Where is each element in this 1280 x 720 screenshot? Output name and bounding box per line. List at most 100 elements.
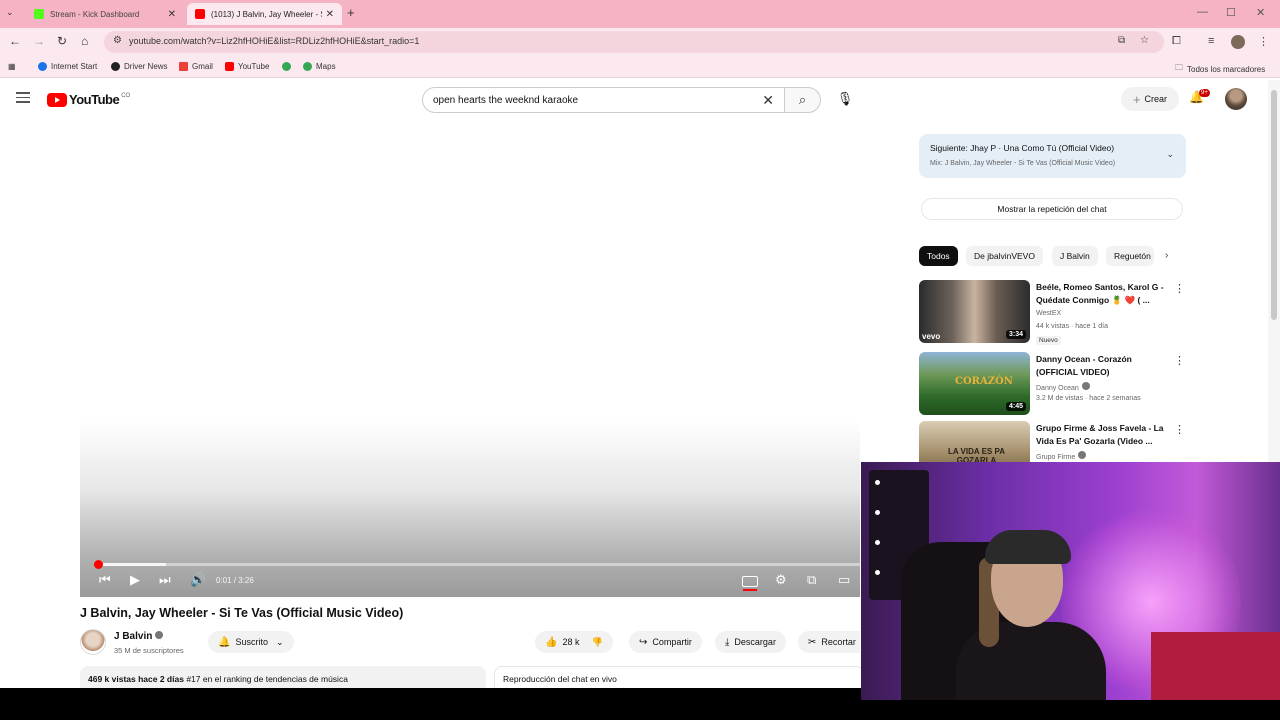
youtube-bookmark-icon bbox=[225, 62, 234, 71]
tab-title: (1013) J Balvin, Jay Wheeler - Si bbox=[211, 9, 322, 19]
logo-country-code: CO bbox=[121, 92, 131, 99]
scissors-icon: ✂ bbox=[808, 636, 817, 648]
minimize-icon[interactable]: — bbox=[1197, 6, 1208, 18]
maximize-icon[interactable]: ☐ bbox=[1226, 6, 1236, 19]
next-icon[interactable]: ⏭ bbox=[159, 572, 171, 588]
tab-close-icon[interactable]: ✕ bbox=[168, 9, 176, 20]
channel-name[interactable]: WestEX bbox=[1036, 310, 1061, 317]
search-input[interactable]: open hearts the weeknd karaoke ✕ bbox=[422, 87, 784, 113]
share-button[interactable]: ↪ Compartir bbox=[629, 631, 702, 653]
chip-all[interactable]: Todos bbox=[919, 246, 958, 266]
verified-icon bbox=[1081, 382, 1090, 390]
show-chat-replay-button[interactable]: Mostrar la repetición del chat bbox=[921, 198, 1183, 220]
address-bar[interactable]: ⚙ youtube.com/watch?v=Liz2hfHOHiE&list=R… bbox=[104, 31, 1164, 53]
red-bedding bbox=[1151, 632, 1280, 700]
install-icon[interactable]: ⧉ bbox=[1118, 35, 1125, 46]
guide-menu-icon[interactable] bbox=[16, 92, 30, 106]
extensions-icon[interactable]: ⧠ bbox=[1172, 35, 1181, 48]
video-title[interactable]: Danny Ocean - Corazón (OFFICIAL VIDEO) bbox=[1036, 353, 1171, 379]
bookmark-youtube[interactable]: YouTube bbox=[225, 62, 269, 71]
chip-jbalvinvevo[interactable]: De jbalvinVEVO bbox=[966, 246, 1043, 266]
dislike-icon[interactable]: 👎 bbox=[591, 637, 602, 648]
page-scrollbar[interactable] bbox=[1268, 80, 1280, 480]
create-button[interactable]: + Crear bbox=[1121, 87, 1179, 111]
media-controls-icon[interactable]: ≡ bbox=[1208, 35, 1214, 47]
bookmarks-bar: ▦ Internet Start Driver News Gmail YouTu… bbox=[0, 56, 1280, 78]
chevron-right-icon[interactable]: › bbox=[1165, 250, 1168, 261]
play-icon[interactable]: ▶ bbox=[130, 572, 140, 588]
bookmark-internet-start[interactable]: Internet Start bbox=[38, 62, 97, 71]
verified-icon bbox=[1078, 451, 1087, 459]
forward-icon[interactable]: → bbox=[33, 34, 45, 48]
video-title[interactable]: Beéle, Romeo Santos, Karol G - Quédate C… bbox=[1036, 281, 1171, 307]
more-options-icon[interactable]: ⋮ bbox=[1174, 282, 1185, 295]
bookmark-label: Driver News bbox=[124, 62, 168, 71]
bookmark-unnamed[interactable] bbox=[282, 62, 295, 71]
bookmark-star-icon[interactable]: ☆ bbox=[1140, 35, 1149, 46]
bookmark-label: Gmail bbox=[192, 62, 213, 71]
trending-rank[interactable]: #17 en el ranking de tendencias de músic… bbox=[186, 674, 348, 684]
subscribed-button[interactable]: 🔔 Suscrito ⌄ bbox=[208, 631, 294, 653]
list-item[interactable]: vevo 3:34 Beéle, Romeo Santos, Karol G -… bbox=[919, 280, 1185, 345]
tab-close-icon[interactable]: ✕ bbox=[326, 9, 334, 20]
theater-mode-icon[interactable]: ▭ bbox=[838, 572, 850, 588]
bookmark-folder-label: Todos los marcadores bbox=[1187, 64, 1266, 74]
download-button[interactable]: ⤓ Descargar bbox=[715, 631, 786, 653]
tab-youtube[interactable]: (1013) J Balvin, Jay Wheeler - Si ✕ bbox=[187, 3, 342, 25]
back-icon[interactable]: ← bbox=[9, 34, 21, 48]
bookmarks-folder[interactable]: 🗀 Todos los marcadores bbox=[1175, 62, 1265, 76]
voice-search-icon[interactable]: 🎙 bbox=[834, 87, 856, 111]
bookmark-driver-news[interactable]: Driver News bbox=[111, 62, 168, 71]
tab-kick-dashboard[interactable]: Stream - Kick Dashboard ✕ bbox=[26, 3, 184, 25]
channel-name[interactable]: Danny Ocean bbox=[1036, 382, 1090, 392]
miniplayer-icon[interactable]: ⧉ bbox=[807, 572, 816, 588]
list-item[interactable]: CORAZÓN 4:45 Danny Ocean - Corazón (OFFI… bbox=[919, 352, 1185, 416]
like-button[interactable]: 👍 28 k 👎 bbox=[535, 631, 613, 653]
scrollbar-thumb[interactable] bbox=[1271, 90, 1277, 320]
channel-name[interactable]: Grupo Firme bbox=[1036, 451, 1087, 461]
window-close-icon[interactable]: ✕ bbox=[1256, 6, 1265, 19]
new-tab-icon[interactable]: + bbox=[347, 5, 355, 20]
video-player[interactable]: ⏮ ▶ ⏭ 🔊 0:01 / 3:26 ⚙ ⧉ ▭ bbox=[80, 130, 860, 597]
settings-gear-icon[interactable]: ⚙ bbox=[775, 572, 787, 588]
duration-badge: 3:34 bbox=[1005, 330, 1026, 339]
subtitles-icon[interactable] bbox=[742, 576, 758, 591]
bookmark-app-icon bbox=[282, 62, 291, 71]
bookmark-gmail[interactable]: Gmail bbox=[179, 62, 213, 71]
like-count: 28 k bbox=[562, 637, 580, 647]
previous-icon[interactable]: ⏮ bbox=[99, 572, 111, 588]
views-and-age: 469 k vistas hace 2 días bbox=[88, 674, 184, 684]
chip-j-balvin[interactable]: J Balvin bbox=[1052, 246, 1098, 266]
more-options-icon[interactable]: ⋮ bbox=[1174, 354, 1185, 367]
youtube-logo[interactable]: YouTube CO bbox=[47, 92, 130, 107]
chip-reggaeton[interactable]: Reguetón bbox=[1106, 246, 1154, 266]
up-next-panel[interactable]: Siguiente: Jhay P · Una Como Tú (Officia… bbox=[919, 134, 1186, 178]
description-meta: 469 k vistas hace 2 días #17 en el ranki… bbox=[88, 674, 348, 684]
list-item[interactable]: LA VIDA ES PA GOZARLA Grupo Firme & Joss… bbox=[919, 421, 1185, 463]
browser-profile-avatar[interactable] bbox=[1231, 35, 1245, 49]
video-thumbnail[interactable]: LA VIDA ES PA GOZARLA bbox=[919, 421, 1030, 463]
browser-menu-icon[interactable]: ⋮ bbox=[1258, 35, 1269, 48]
chevron-down-icon[interactable]: ⌄ bbox=[1166, 149, 1174, 160]
home-icon[interactable]: ⌂ bbox=[81, 34, 88, 48]
reload-icon[interactable]: ↻ bbox=[57, 34, 67, 48]
bookmark-maps[interactable]: Maps bbox=[303, 62, 336, 71]
channel-name-row[interactable]: J Balvin bbox=[114, 631, 164, 642]
tab-search-chevron-icon[interactable]: ⌄ bbox=[6, 7, 14, 18]
progress-bar[interactable] bbox=[93, 560, 860, 569]
apps-grid-icon[interactable]: ▦ bbox=[8, 62, 16, 71]
clip-button[interactable]: ✂ Recortar bbox=[798, 631, 860, 653]
volume-icon[interactable]: 🔊 bbox=[190, 572, 206, 588]
scrubber-handle[interactable] bbox=[93, 560, 103, 569]
account-avatar[interactable] bbox=[1225, 88, 1247, 110]
more-options-icon[interactable]: ⋮ bbox=[1174, 423, 1185, 436]
chevron-down-icon: ⌄ bbox=[275, 636, 284, 647]
video-thumbnail[interactable]: CORAZÓN 4:45 bbox=[919, 352, 1030, 415]
site-info-icon[interactable]: ⚙ bbox=[113, 35, 122, 46]
video-thumbnail[interactable]: vevo 3:34 bbox=[919, 280, 1030, 343]
clear-search-icon[interactable]: ✕ bbox=[762, 92, 774, 109]
video-title[interactable]: Grupo Firme & Joss Favela - La Vida Es P… bbox=[1036, 422, 1171, 448]
channel-avatar[interactable] bbox=[80, 629, 106, 655]
search-button[interactable]: ⌕ bbox=[784, 87, 821, 113]
thumbnail-title-art: CORAZÓN bbox=[955, 376, 1013, 387]
